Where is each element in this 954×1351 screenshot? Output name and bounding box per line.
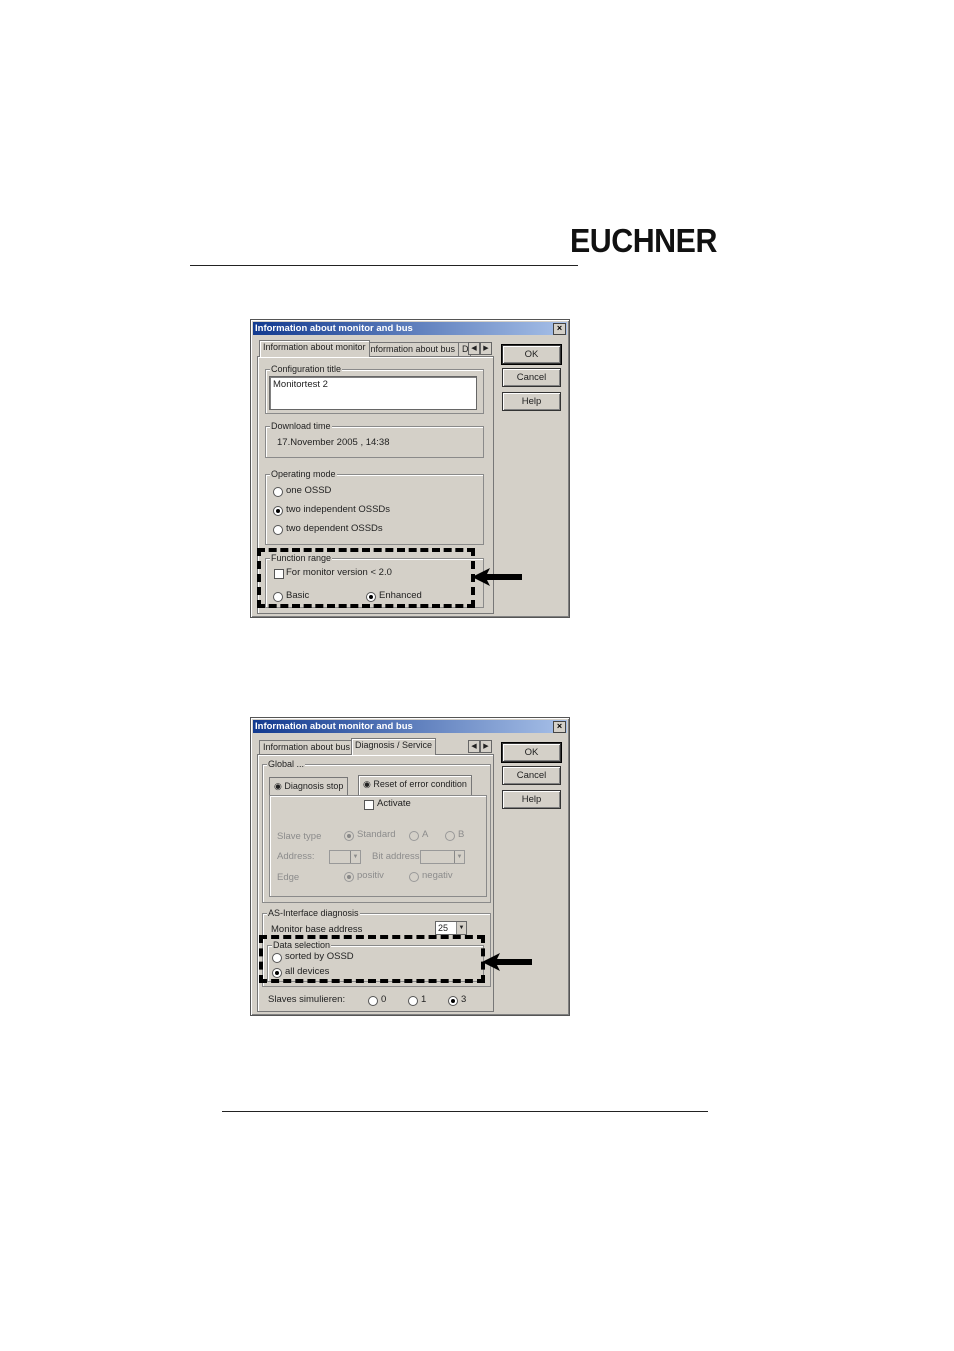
radio-label: B <box>458 829 465 840</box>
group-label: Configuration title <box>270 363 343 375</box>
diagnosis-stop-icon: ◉ <box>274 781 282 791</box>
group-label: AS-Interface diagnosis <box>267 907 360 919</box>
monitor-base-address-value: 25 <box>438 923 449 933</box>
cancel-button[interactable]: Cancel <box>502 766 561 785</box>
dialog-title-bar: Information about monitor and bus × <box>253 720 567 733</box>
tab-reset-error-condition[interactable]: ◉ Reset of error condition <box>358 775 472 795</box>
checkbox-label: Activate <box>377 798 411 809</box>
tab-diagnosis-service[interactable]: Diagnosis / Service <box>351 738 437 755</box>
tab-information-about-monitor[interactable]: Information about monitor <box>259 340 370 357</box>
cancel-button[interactable]: Cancel <box>502 368 561 387</box>
euchner-logo: EUCHNER <box>570 222 717 259</box>
highlight-frame-function-range <box>257 548 475 608</box>
pointer-arrow-icon <box>482 953 532 971</box>
radio-label: two dependent OSSDs <box>286 523 383 534</box>
group-operating-mode: Operating mode one OSSD two independent … <box>265 468 484 545</box>
help-button[interactable]: Help <box>502 392 561 411</box>
subtab-label: Diagnosis stop <box>284 781 344 791</box>
radio-label: A <box>422 829 429 840</box>
slave-type-label: Slave type <box>277 831 322 842</box>
footer-rule <box>222 1111 708 1112</box>
radio-one-ossd[interactable] <box>273 487 283 497</box>
group-configuration-title: Configuration title Monitortest 2 <box>265 363 484 414</box>
tab-scroll-left-icon[interactable]: ◀ <box>468 342 480 355</box>
chevron-down-icon: ▼ <box>454 851 464 863</box>
slaves-simulated-label: Slaves simulieren: <box>268 994 346 1005</box>
radio-label: Standard <box>357 829 396 840</box>
tab-scroll-right-icon[interactable]: ▶ <box>480 740 492 753</box>
dialog-title: Information about monitor and bus <box>255 721 413 732</box>
pointer-arrow-icon <box>472 568 522 586</box>
radio-two-dependent-ossds[interactable] <box>273 525 283 535</box>
radio-label: 1 <box>421 994 427 1005</box>
radio-two-independent-ossds[interactable] <box>273 506 283 516</box>
group-download-time: Download time 17.November 2005 , 14:38 <box>265 420 484 458</box>
address-label: Address: <box>277 851 315 862</box>
radio-standard[interactable] <box>344 831 354 841</box>
radio-label: two independent OSSDs <box>286 504 391 515</box>
group-label: Download time <box>270 420 332 432</box>
tab-scroll-left-icon[interactable]: ◀ <box>468 740 480 753</box>
dialog-title: Information about monitor and bus <box>255 323 413 334</box>
group-label: Operating mode <box>270 468 337 480</box>
bit-address-select[interactable]: ▼ <box>420 850 465 864</box>
tab-strip: Information about bus Diagnosis / Servic… <box>257 738 497 755</box>
address-select[interactable]: ▼ <box>329 850 361 864</box>
reset-icon: ◉ <box>363 779 371 789</box>
radio-label: positiv <box>357 870 384 881</box>
radio-label: negativ <box>422 870 453 881</box>
radio-b[interactable] <box>445 831 455 841</box>
chevron-down-icon: ▼ <box>350 851 360 863</box>
radio-slaves-3[interactable] <box>448 996 458 1006</box>
close-icon[interactable]: × <box>553 323 566 335</box>
radio-slaves-1[interactable] <box>408 996 418 1006</box>
ok-button[interactable]: OK <box>501 742 562 763</box>
radio-positiv[interactable] <box>344 872 354 882</box>
close-icon[interactable]: × <box>553 721 566 733</box>
monitor-base-address-select[interactable]: 25 ▼ <box>435 921 467 935</box>
group-global: Global ... ◉ Diagnosis stop ◉ Reset of e… <box>262 758 491 903</box>
download-time-value: 17.November 2005 , 14:38 <box>277 437 390 448</box>
bit-address-label: Bit address: <box>372 851 423 862</box>
radio-slaves-0[interactable] <box>368 996 378 1006</box>
radio-label: one OSSD <box>286 485 332 496</box>
tab-information-about-bus[interactable]: Information about bus <box>364 342 460 356</box>
configuration-title-field[interactable]: Monitortest 2 <box>269 376 477 410</box>
tab-scroll-right-icon[interactable]: ▶ <box>480 342 492 355</box>
tab-strip: Information about monitor Information ab… <box>257 340 497 357</box>
checkbox-activate[interactable] <box>364 800 374 810</box>
radio-negativ[interactable] <box>409 872 419 882</box>
tab-information-about-bus[interactable]: Information about bus <box>259 740 355 754</box>
subtab-label: Reset of error condition <box>373 779 467 789</box>
header-rule <box>190 265 578 266</box>
highlight-frame-data-selection <box>259 935 485 983</box>
radio-label: 0 <box>381 994 387 1005</box>
dialog-title-bar: Information about monitor and bus × <box>253 322 567 335</box>
tab-diagnosis-stop[interactable]: ◉ Diagnosis stop <box>269 777 349 795</box>
radio-label: 3 <box>461 994 467 1005</box>
group-label: Global ... <box>267 758 306 770</box>
help-button[interactable]: Help <box>502 790 561 809</box>
chevron-down-icon: ▼ <box>456 922 466 934</box>
ok-button[interactable]: OK <box>501 344 562 365</box>
subtab-panel: Activate Slave type Standard A B Address… <box>269 795 487 897</box>
edge-label: Edge <box>277 872 300 883</box>
radio-a[interactable] <box>409 831 419 841</box>
